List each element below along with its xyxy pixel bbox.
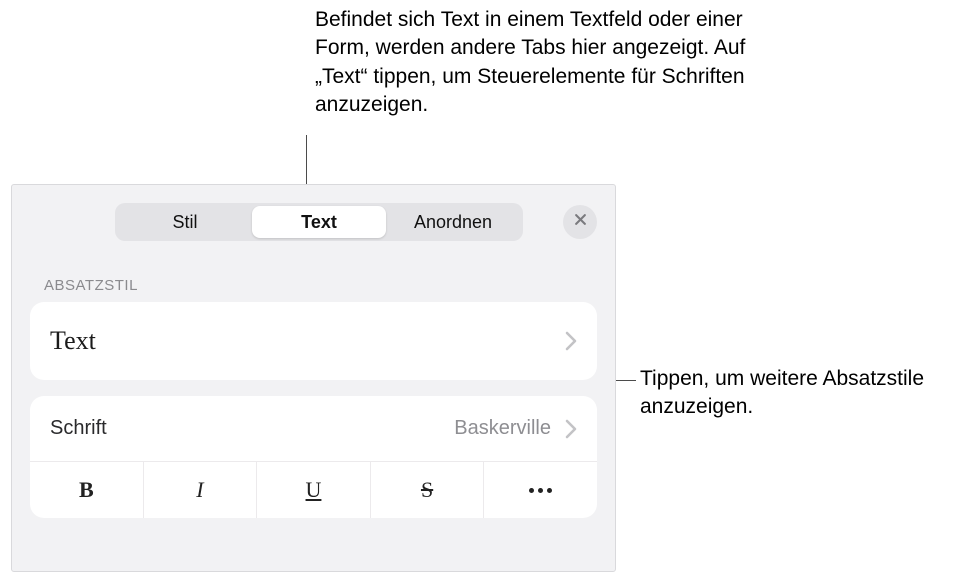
font-row[interactable]: Schrift Baskerville <box>30 396 597 462</box>
font-label: Schrift <box>50 417 107 440</box>
more-icon <box>529 488 552 493</box>
underline-button[interactable]: U <box>257 462 370 518</box>
paragraph-style-card: Text <box>30 302 597 380</box>
close-icon <box>573 212 588 232</box>
paragraph-style-value: Text <box>50 326 96 356</box>
font-value: Baskerville <box>454 417 551 440</box>
paragraph-style-row[interactable]: Text <box>30 302 597 380</box>
section-label-paragraph-style: ABSATZSTIL <box>12 251 615 302</box>
segmented-control: Stil Text Anordnen <box>115 203 523 241</box>
format-panel: Stil Text Anordnen ABSATZSTIL Text <box>11 184 616 572</box>
tab-text[interactable]: Text <box>252 206 386 238</box>
more-options-button[interactable] <box>484 462 597 518</box>
close-button[interactable] <box>563 205 597 239</box>
tab-style[interactable]: Stil <box>118 206 252 238</box>
strikethrough-button[interactable]: S <box>371 462 484 518</box>
bold-button[interactable]: B <box>30 462 143 518</box>
italic-button[interactable]: I <box>144 462 257 518</box>
chevron-right-icon <box>565 419 577 439</box>
annotation-right: Tippen, um weitere Absatzstile anzuzeige… <box>640 365 960 422</box>
tab-arrange[interactable]: Anordnen <box>386 206 520 238</box>
tabs-row: Stil Text Anordnen <box>12 185 615 251</box>
chevron-right-icon <box>565 331 577 351</box>
font-card: Schrift Baskerville B I U S <box>30 396 597 518</box>
text-style-row: B I U S <box>30 462 597 518</box>
annotation-top: Befindet sich Text in einem Textfeld ode… <box>315 6 795 119</box>
